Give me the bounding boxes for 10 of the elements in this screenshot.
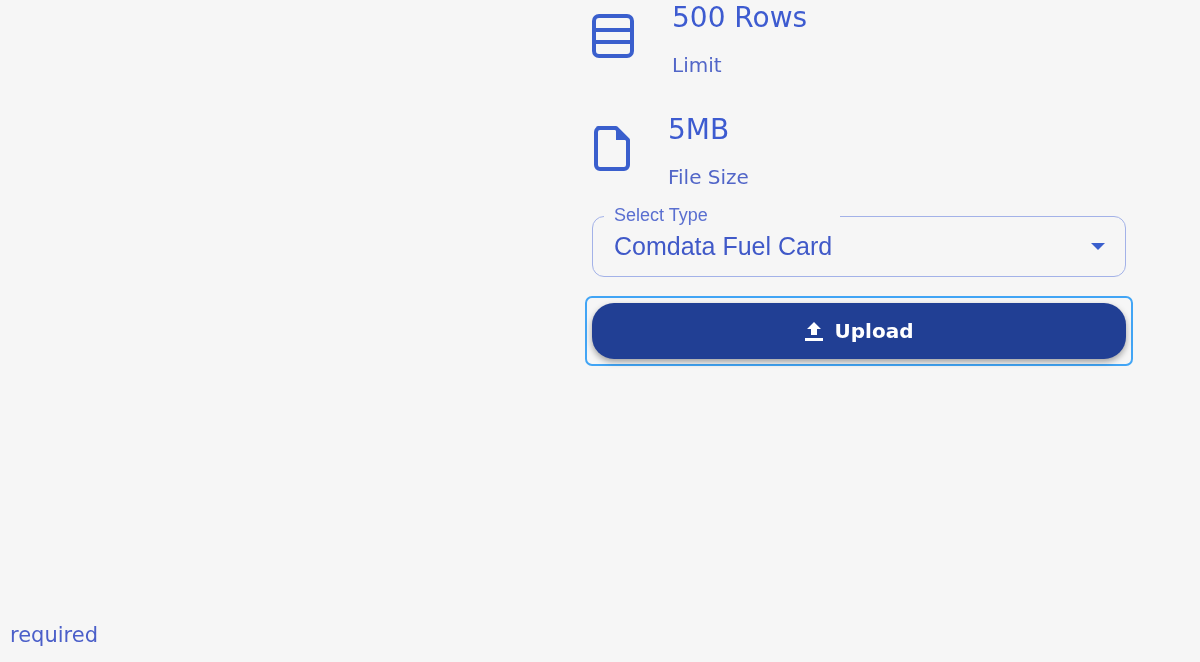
helper-text: required bbox=[10, 622, 98, 649]
caret-icon bbox=[1091, 242, 1105, 250]
rows-icon bbox=[592, 14, 634, 58]
stat-value: 5MB bbox=[668, 112, 730, 148]
stat-value: 500 Rows bbox=[672, 0, 808, 36]
file-icon bbox=[594, 126, 630, 171]
stat-label: File Size bbox=[668, 164, 749, 191]
upload-button[interactable]: Upload bbox=[592, 303, 1126, 359]
stat-label: Limit bbox=[672, 52, 722, 79]
upload-icon bbox=[804, 321, 823, 341]
